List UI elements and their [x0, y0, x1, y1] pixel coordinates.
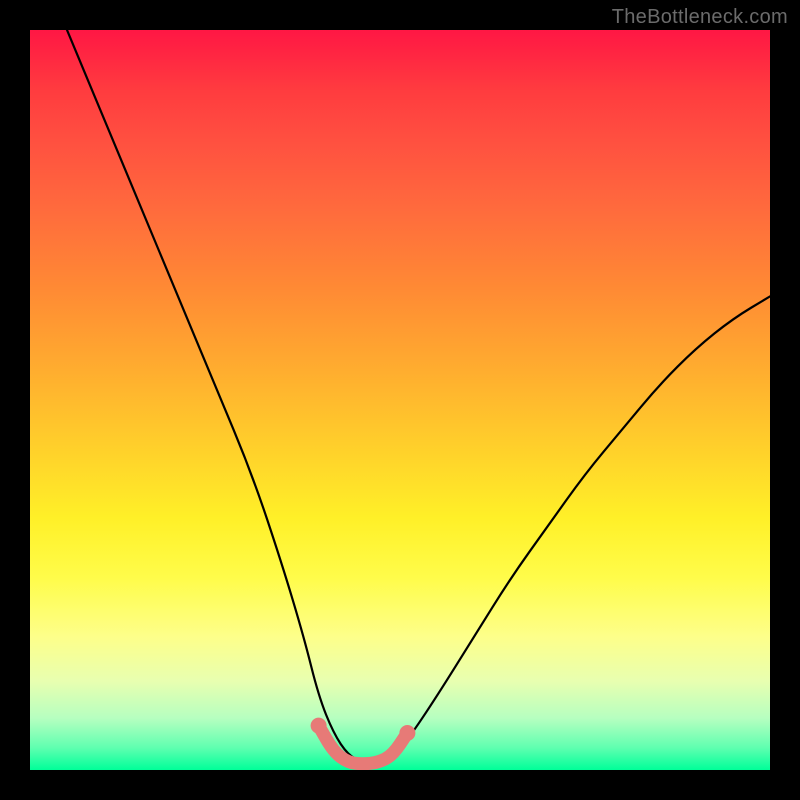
- bottleneck-curve-path: [67, 30, 770, 763]
- bottleneck-safe-zone-path: [319, 726, 408, 764]
- plot-area: [30, 30, 770, 770]
- safe-zone-end-dot: [311, 718, 327, 734]
- watermark-text: TheBottleneck.com: [612, 6, 788, 29]
- safe-zone-end-dot: [399, 725, 415, 741]
- curve-svg: [30, 30, 770, 770]
- chart-frame: TheBottleneck.com: [0, 0, 800, 800]
